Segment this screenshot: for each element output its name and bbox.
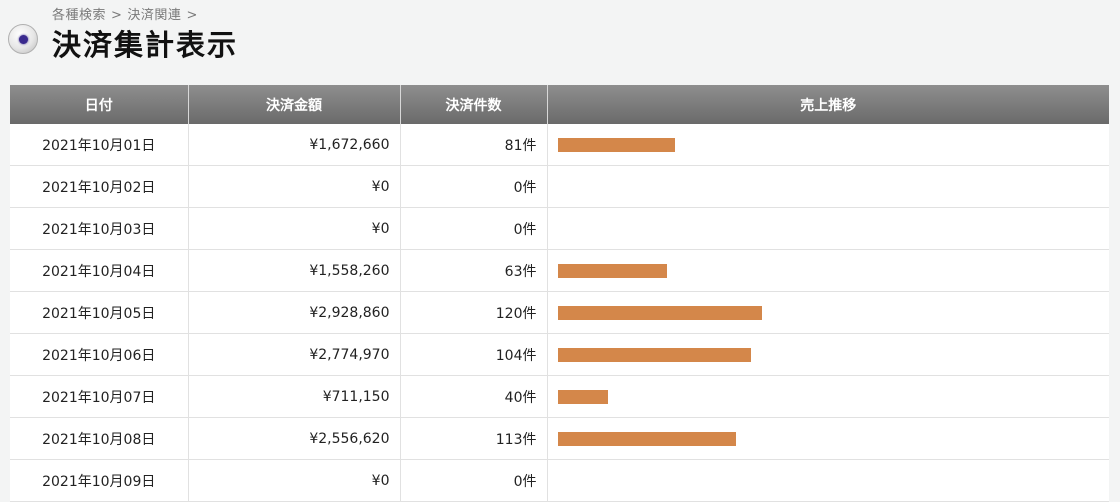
sales-bar (557, 347, 751, 362)
count-cell: 120件 (400, 291, 548, 334)
sales-trend-cell (547, 459, 1109, 502)
sales-trend-cell (547, 291, 1109, 334)
amount-cell: ¥2,774,970 (188, 333, 401, 376)
sales-trend-cell (547, 417, 1109, 460)
table-row: 2021年10月06日 ¥2,774,970 104件 (10, 333, 1109, 376)
column-header-amount: 決済金額 (188, 85, 401, 124)
sales-trend-cell (547, 333, 1109, 376)
page-header: 各種検索 > 決済関連 > 決済集計表示 (0, 0, 1120, 80)
count-cell: 0件 (400, 459, 548, 502)
bullet-icon (8, 24, 38, 54)
sales-trend-cell (547, 207, 1109, 250)
count-cell: 63件 (400, 249, 548, 292)
column-header-date: 日付 (10, 85, 189, 124)
page-title: 決済集計表示 (52, 28, 239, 62)
amount-cell: ¥1,672,660 (188, 124, 401, 166)
count-cell: 81件 (400, 124, 548, 166)
count-cell: 113件 (400, 417, 548, 460)
sales-trend-cell (547, 375, 1109, 418)
table-row: 2021年10月09日 ¥0 0件 (10, 459, 1109, 502)
table-row: 2021年10月04日 ¥1,558,260 63件 (10, 249, 1109, 292)
amount-cell: ¥1,558,260 (188, 249, 401, 292)
date-cell: 2021年10月02日 (10, 165, 189, 208)
amount-cell: ¥0 (188, 459, 401, 502)
breadcrumb: 各種検索 > 決済関連 > (52, 4, 203, 23)
count-cell: 40件 (400, 375, 548, 418)
sales-trend-cell (547, 249, 1109, 292)
date-cell: 2021年10月03日 (10, 207, 189, 250)
table-body: 2021年10月01日 ¥1,672,660 81件 2021年10月02日 ¥0 0件 2… (10, 124, 1109, 502)
table-header-row: 日付 決済金額 決済件数 売上推移 (10, 85, 1109, 124)
count-cell: 104件 (400, 333, 548, 376)
sales-bar (557, 263, 667, 278)
sales-bar (557, 431, 736, 446)
table-row: 2021年10月01日 ¥1,672,660 81件 (10, 124, 1109, 166)
amount-cell: ¥0 (188, 165, 401, 208)
date-cell: 2021年10月01日 (10, 124, 189, 166)
amount-cell: ¥711,150 (188, 375, 401, 418)
count-cell: 0件 (400, 165, 548, 208)
breadcrumb-separator: > (186, 8, 198, 23)
column-header-count: 決済件数 (400, 85, 548, 124)
date-cell: 2021年10月05日 (10, 291, 189, 334)
sales-bar (557, 389, 608, 404)
date-cell: 2021年10月07日 (10, 375, 189, 418)
date-cell: 2021年10月08日 (10, 417, 189, 460)
amount-cell: ¥2,928,860 (188, 291, 401, 334)
payment-summary-table: 日付 決済金額 決済件数 売上推移 2021年10月01日 ¥1,672,660 8… (10, 85, 1109, 502)
table-row: 2021年10月03日 ¥0 0件 (10, 207, 1109, 250)
sales-bar (557, 305, 762, 320)
sales-trend-cell (547, 165, 1109, 208)
breadcrumb-link-payment[interactable]: 決済関連 (127, 8, 181, 23)
amount-cell: ¥0 (188, 207, 401, 250)
table-row: 2021年10月08日 ¥2,556,620 113件 (10, 417, 1109, 460)
column-header-sales-trend: 売上推移 (547, 85, 1109, 124)
sales-trend-cell (547, 124, 1109, 166)
date-cell: 2021年10月09日 (10, 459, 189, 502)
breadcrumb-link-search[interactable]: 各種検索 (52, 8, 106, 23)
breadcrumb-separator: > (111, 8, 123, 23)
date-cell: 2021年10月06日 (10, 333, 189, 376)
table-row: 2021年10月02日 ¥0 0件 (10, 165, 1109, 208)
amount-cell: ¥2,556,620 (188, 417, 401, 460)
table-row: 2021年10月07日 ¥711,150 40件 (10, 375, 1109, 418)
date-cell: 2021年10月04日 (10, 249, 189, 292)
sales-bar (557, 137, 675, 152)
table-row: 2021年10月05日 ¥2,928,860 120件 (10, 291, 1109, 334)
count-cell: 0件 (400, 207, 548, 250)
